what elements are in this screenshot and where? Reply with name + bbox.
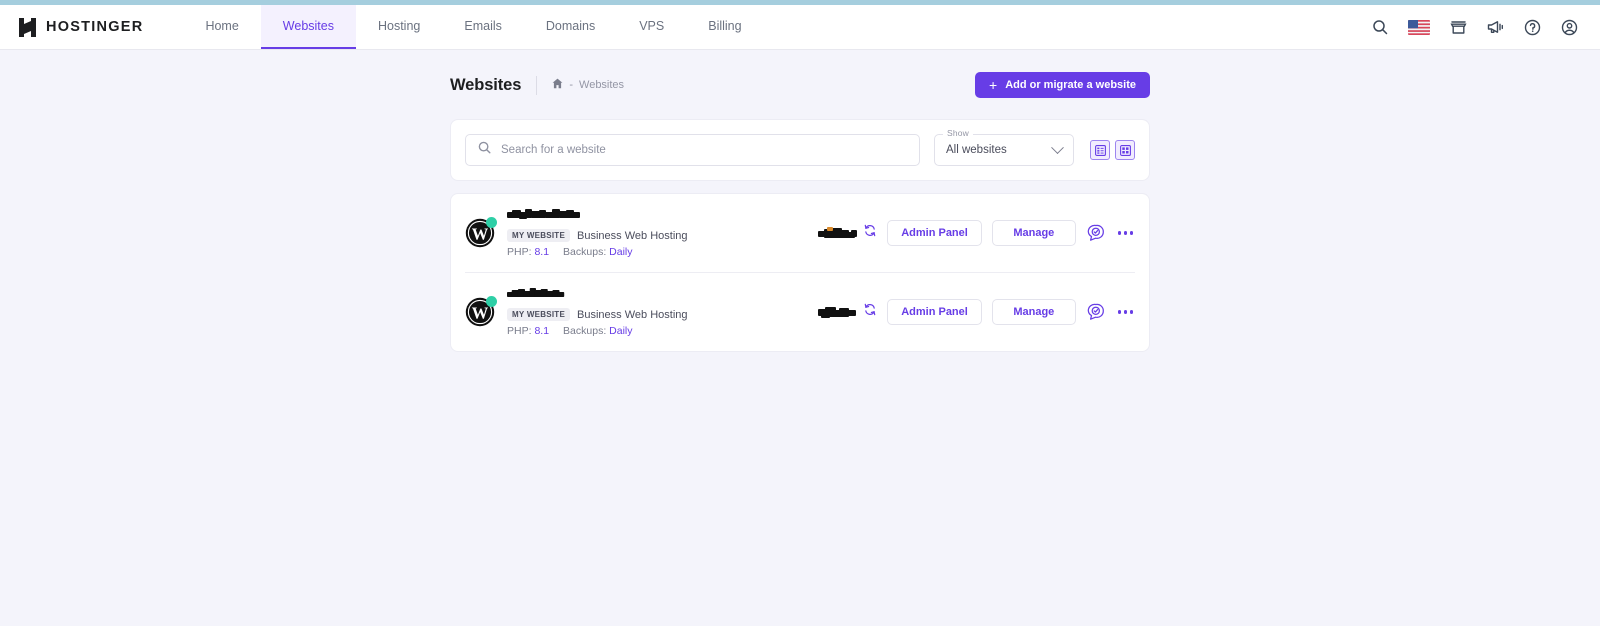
domain-name-redacted bbox=[818, 306, 857, 318]
php-label: PHP: bbox=[507, 246, 532, 258]
nav-item-emails[interactable]: Emails bbox=[442, 5, 524, 49]
backups-spec: Backups: Daily bbox=[563, 246, 632, 258]
manage-button[interactable]: Manage bbox=[991, 299, 1076, 325]
breadcrumb: - Websites bbox=[552, 78, 624, 92]
chat-check-icon[interactable] bbox=[1086, 223, 1106, 243]
grid-view-icon bbox=[1119, 144, 1131, 156]
home-icon[interactable] bbox=[552, 78, 563, 92]
list-view-toggle[interactable] bbox=[1090, 140, 1110, 160]
nav-item-websites[interactable]: Websites bbox=[260, 5, 356, 49]
manage-button[interactable]: Manage bbox=[991, 220, 1076, 246]
primary-nav: Home Websites Hosting Emails Domains VPS… bbox=[183, 5, 763, 49]
websites-list: W MY WEBSITE Business Web Hosting PHP: 8… bbox=[450, 193, 1150, 352]
backups-label: Backups: bbox=[563, 325, 607, 337]
website-plan: Business Web Hosting bbox=[577, 308, 688, 321]
website-plan: Business Web Hosting bbox=[577, 229, 688, 242]
plus-icon: + bbox=[989, 76, 998, 93]
website-info: MY WEBSITE Business Web Hosting PHP: 8.1… bbox=[507, 208, 807, 258]
breadcrumb-current[interactable]: Websites bbox=[579, 79, 624, 91]
status-badge bbox=[486, 296, 497, 307]
breadcrumb-separator: - bbox=[569, 79, 574, 91]
show-filter-value: All websites bbox=[946, 144, 1007, 156]
flag-us-icon[interactable] bbox=[1408, 19, 1430, 35]
search-icon bbox=[478, 141, 491, 159]
chat-check-icon[interactable] bbox=[1086, 302, 1106, 322]
website-specs: PHP: 8.1 Backups: Daily bbox=[507, 325, 807, 337]
php-spec: PHP: 8.1 bbox=[507, 246, 549, 258]
brand-wordmark: HOSTINGER bbox=[46, 19, 144, 35]
page-title: Websites bbox=[450, 75, 522, 94]
admin-panel-button[interactable]: Admin Panel bbox=[887, 299, 982, 325]
chevron-down-icon bbox=[1051, 140, 1064, 154]
refresh-icon[interactable] bbox=[864, 303, 876, 321]
backups-spec: Backups: Daily bbox=[563, 325, 632, 337]
website-name-redacted bbox=[507, 288, 565, 297]
php-value: 8.1 bbox=[534, 325, 550, 337]
website-tag: MY WEBSITE bbox=[507, 229, 571, 242]
backups-value[interactable]: Daily bbox=[609, 246, 632, 258]
grid-view-toggle[interactable] bbox=[1115, 140, 1135, 160]
website-meta: MY WEBSITE Business Web Hosting bbox=[507, 308, 807, 321]
brand-logo[interactable]: HOSTINGER bbox=[18, 5, 183, 49]
nav-item-domains[interactable]: Domains bbox=[524, 5, 617, 49]
website-domain bbox=[807, 224, 887, 242]
account-circle-icon[interactable] bbox=[1561, 19, 1578, 36]
search-field-wrapper[interactable] bbox=[465, 134, 920, 166]
help-circle-icon[interactable] bbox=[1524, 19, 1541, 36]
website-domain bbox=[807, 303, 887, 321]
nav-item-hosting[interactable]: Hosting bbox=[356, 5, 442, 49]
view-toggle-group bbox=[1090, 140, 1135, 160]
megaphone-icon[interactable] bbox=[1487, 19, 1504, 35]
show-filter-label: Show bbox=[943, 128, 973, 138]
status-badge bbox=[486, 217, 497, 228]
nav-item-vps[interactable]: VPS bbox=[617, 5, 686, 49]
svg-text:W: W bbox=[472, 224, 489, 243]
more-options-icon[interactable] bbox=[1116, 306, 1135, 317]
php-spec: PHP: 8.1 bbox=[507, 325, 549, 337]
show-filter-field[interactable]: All websites bbox=[934, 134, 1074, 166]
nav-item-billing[interactable]: Billing bbox=[686, 5, 763, 49]
website-row: W MY WEBSITE Business Web Hosting PHP: 8… bbox=[465, 194, 1135, 272]
website-row-actions: Admin Panel Manage bbox=[887, 299, 1135, 325]
admin-panel-button[interactable]: Admin Panel bbox=[887, 220, 982, 246]
refresh-icon[interactable] bbox=[864, 224, 876, 242]
content-column: Websites - Websites + Add or migrate a w… bbox=[450, 50, 1150, 352]
wordpress-icon: W bbox=[465, 217, 497, 248]
flag-us-glyph bbox=[1408, 19, 1430, 35]
navbar-utilities bbox=[1372, 5, 1578, 49]
website-meta: MY WEBSITE Business Web Hosting bbox=[507, 229, 807, 242]
website-specs: PHP: 8.1 Backups: Daily bbox=[507, 246, 807, 258]
filter-bar: Show All websites bbox=[450, 119, 1150, 181]
search-icon[interactable] bbox=[1372, 19, 1388, 35]
website-info: MY WEBSITE Business Web Hosting PHP: 8.1… bbox=[507, 287, 807, 337]
page-header: Websites - Websites + Add or migrate a w… bbox=[450, 69, 1150, 101]
list-view-icon bbox=[1094, 144, 1106, 156]
website-row: W MY WEBSITE Business Web Hosting PHP: 8… bbox=[465, 272, 1135, 351]
wordpress-icon: W bbox=[465, 296, 497, 327]
website-tag: MY WEBSITE bbox=[507, 308, 571, 321]
add-button-label: Add or migrate a website bbox=[1005, 79, 1136, 91]
more-options-icon[interactable] bbox=[1116, 227, 1135, 238]
php-value: 8.1 bbox=[534, 246, 550, 258]
php-label: PHP: bbox=[507, 325, 532, 337]
page-body: Websites - Websites + Add or migrate a w… bbox=[0, 50, 1600, 352]
website-name-redacted bbox=[507, 209, 580, 219]
nav-item-home[interactable]: Home bbox=[183, 5, 260, 49]
add-or-migrate-website-button[interactable]: + Add or migrate a website bbox=[975, 72, 1150, 98]
store-icon[interactable] bbox=[1450, 19, 1467, 35]
global-navbar: HOSTINGER Home Websites Hosting Emails D… bbox=[0, 5, 1600, 50]
header-divider bbox=[536, 75, 538, 95]
search-input[interactable] bbox=[501, 144, 907, 156]
backups-label: Backups: bbox=[563, 246, 607, 258]
show-filter[interactable]: Show All websites bbox=[934, 128, 1074, 166]
backups-value[interactable]: Daily bbox=[609, 325, 632, 337]
domain-name-redacted bbox=[818, 226, 858, 238]
svg-text:W: W bbox=[472, 303, 489, 322]
website-row-actions: Admin Panel Manage bbox=[887, 220, 1135, 246]
hostinger-mark-icon bbox=[19, 17, 36, 37]
